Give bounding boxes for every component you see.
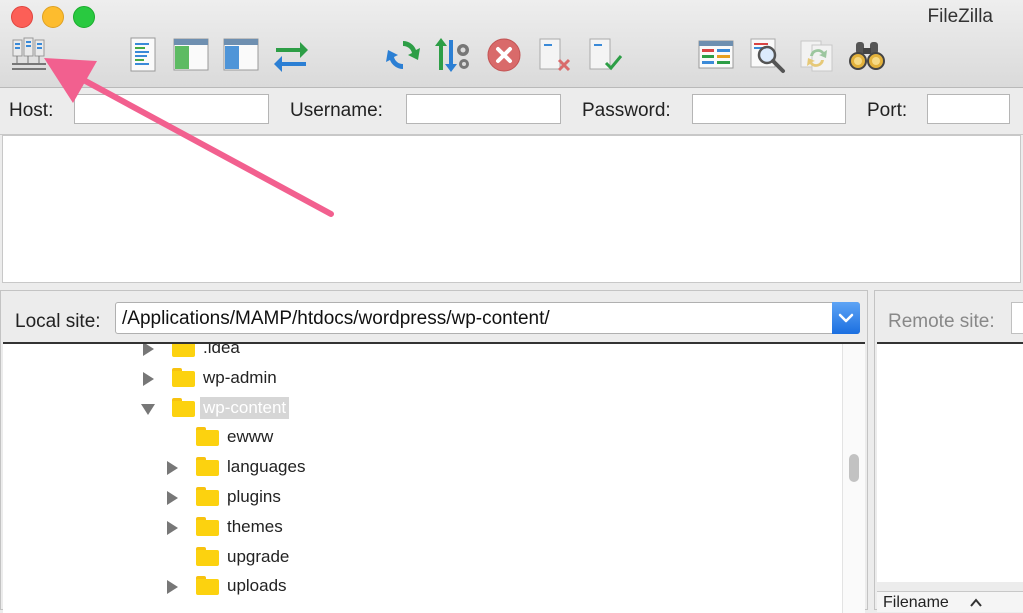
folder-icon xyxy=(196,427,219,447)
tree-item-label: uploads xyxy=(227,576,287,596)
message-log-panel[interactable] xyxy=(2,135,1021,283)
host-label: Host: xyxy=(9,100,54,121)
sort-ascending-icon xyxy=(970,598,982,607)
tree-row[interactable]: plugins xyxy=(165,485,465,511)
synchronized-browsing-icon[interactable] xyxy=(798,36,836,74)
folder-icon xyxy=(172,367,195,387)
tree-row[interactable]: themes xyxy=(165,515,465,541)
tree-item-label: plugins xyxy=(227,487,281,506)
tree-item-label: wp-admin xyxy=(203,367,277,387)
disclosure-collapsed-icon[interactable] xyxy=(167,580,178,595)
remote-directory-tree[interactable] xyxy=(877,342,1023,582)
port-label: Port: xyxy=(867,100,908,121)
quickconnect-bar: Host: Username: Password: Port: xyxy=(0,88,1023,135)
local-tree-scroll-thumb[interactable] xyxy=(849,454,859,482)
folder-icon xyxy=(196,546,219,566)
disclosure-expanded-icon[interactable] xyxy=(141,403,155,415)
reconnect-icon[interactable] xyxy=(585,36,623,74)
tree-row[interactable]: ewww xyxy=(165,425,465,451)
tree-row[interactable]: languages xyxy=(165,455,465,481)
refresh-icon[interactable] xyxy=(384,36,422,74)
close-window-button[interactable] xyxy=(11,6,33,28)
tree-item-label: ewww xyxy=(227,427,274,447)
message-log-icon[interactable] xyxy=(124,36,162,74)
tree-item-label: .idea xyxy=(203,342,240,357)
folder-icon xyxy=(196,576,219,596)
disclosure-collapsed-icon[interactable] xyxy=(167,520,178,535)
window-title: FileZilla xyxy=(927,6,993,27)
remote-tree-icon[interactable] xyxy=(222,36,260,74)
local-tree-icon[interactable] xyxy=(172,36,210,74)
cancel-icon[interactable] xyxy=(485,36,523,74)
chevron-down-icon xyxy=(838,313,854,323)
search-files-icon[interactable] xyxy=(748,36,786,74)
find-files-icon[interactable] xyxy=(848,36,886,74)
disconnect-icon[interactable] xyxy=(535,36,573,74)
folder-icon xyxy=(196,516,219,536)
tree-item-label: wp-content xyxy=(200,396,290,419)
disclosure-collapsed-icon[interactable] xyxy=(143,344,154,356)
tree-row[interactable]: wp-admin xyxy=(141,366,441,392)
folder-icon xyxy=(196,487,219,506)
password-label: Password: xyxy=(582,100,671,121)
local-site-pane: Local site: /Applications/MAMP/htdocs/wo… xyxy=(0,290,868,613)
disclosure-collapsed-icon[interactable] xyxy=(167,461,178,476)
tree-row[interactable]: uploads xyxy=(165,574,465,600)
host-input[interactable] xyxy=(74,94,269,124)
folder-icon xyxy=(172,344,195,357)
local-tree-scrollbar[interactable] xyxy=(842,344,865,613)
folder-icon xyxy=(172,397,195,417)
tree-item-label: upgrade xyxy=(227,546,290,566)
disclosure-collapsed-icon[interactable] xyxy=(143,371,154,386)
minimize-window-button[interactable] xyxy=(42,6,64,28)
disclosure-collapsed-icon[interactable] xyxy=(167,491,178,505)
zoom-window-button[interactable] xyxy=(73,6,95,28)
username-input[interactable] xyxy=(406,94,561,124)
local-path-combobox[interactable]: /Applications/MAMP/htdocs/wordpress/wp-c… xyxy=(115,302,860,334)
username-label: Username: xyxy=(290,100,383,121)
tree-row[interactable]: wp-content xyxy=(141,396,441,422)
remote-site-label: Remote site: xyxy=(888,311,995,332)
port-input[interactable] xyxy=(927,94,1010,124)
transfer-queue-icon[interactable] xyxy=(272,36,310,74)
local-directory-tree[interactable]: .idea wp-admin wp-content ewww languages plug… xyxy=(3,342,865,613)
process-queue-icon[interactable] xyxy=(434,36,472,74)
folder-icon xyxy=(196,457,219,477)
title-bar: FileZilla xyxy=(0,0,1023,88)
filename-column-header[interactable]: Filename xyxy=(883,594,949,612)
remote-site-pane: Remote site: Filename xyxy=(874,290,1023,612)
tree-item-label: languages xyxy=(227,457,306,477)
remote-path-combobox[interactable] xyxy=(1011,302,1023,334)
directory-listing-filters-icon[interactable] xyxy=(697,36,735,74)
tree-item-label: themes xyxy=(227,516,283,536)
password-input[interactable] xyxy=(692,94,846,124)
local-path-dropdown-button[interactable] xyxy=(832,302,860,334)
tree-row[interactable]: upgrade xyxy=(165,545,465,571)
remote-file-list-header: Filename xyxy=(877,591,1023,612)
tree-row[interactable]: .idea xyxy=(141,342,441,362)
local-path-text: /Applications/MAMP/htdocs/wordpress/wp-c… xyxy=(122,308,550,329)
local-site-label: Local site: xyxy=(15,311,101,332)
site-manager-icon[interactable] xyxy=(10,36,48,74)
